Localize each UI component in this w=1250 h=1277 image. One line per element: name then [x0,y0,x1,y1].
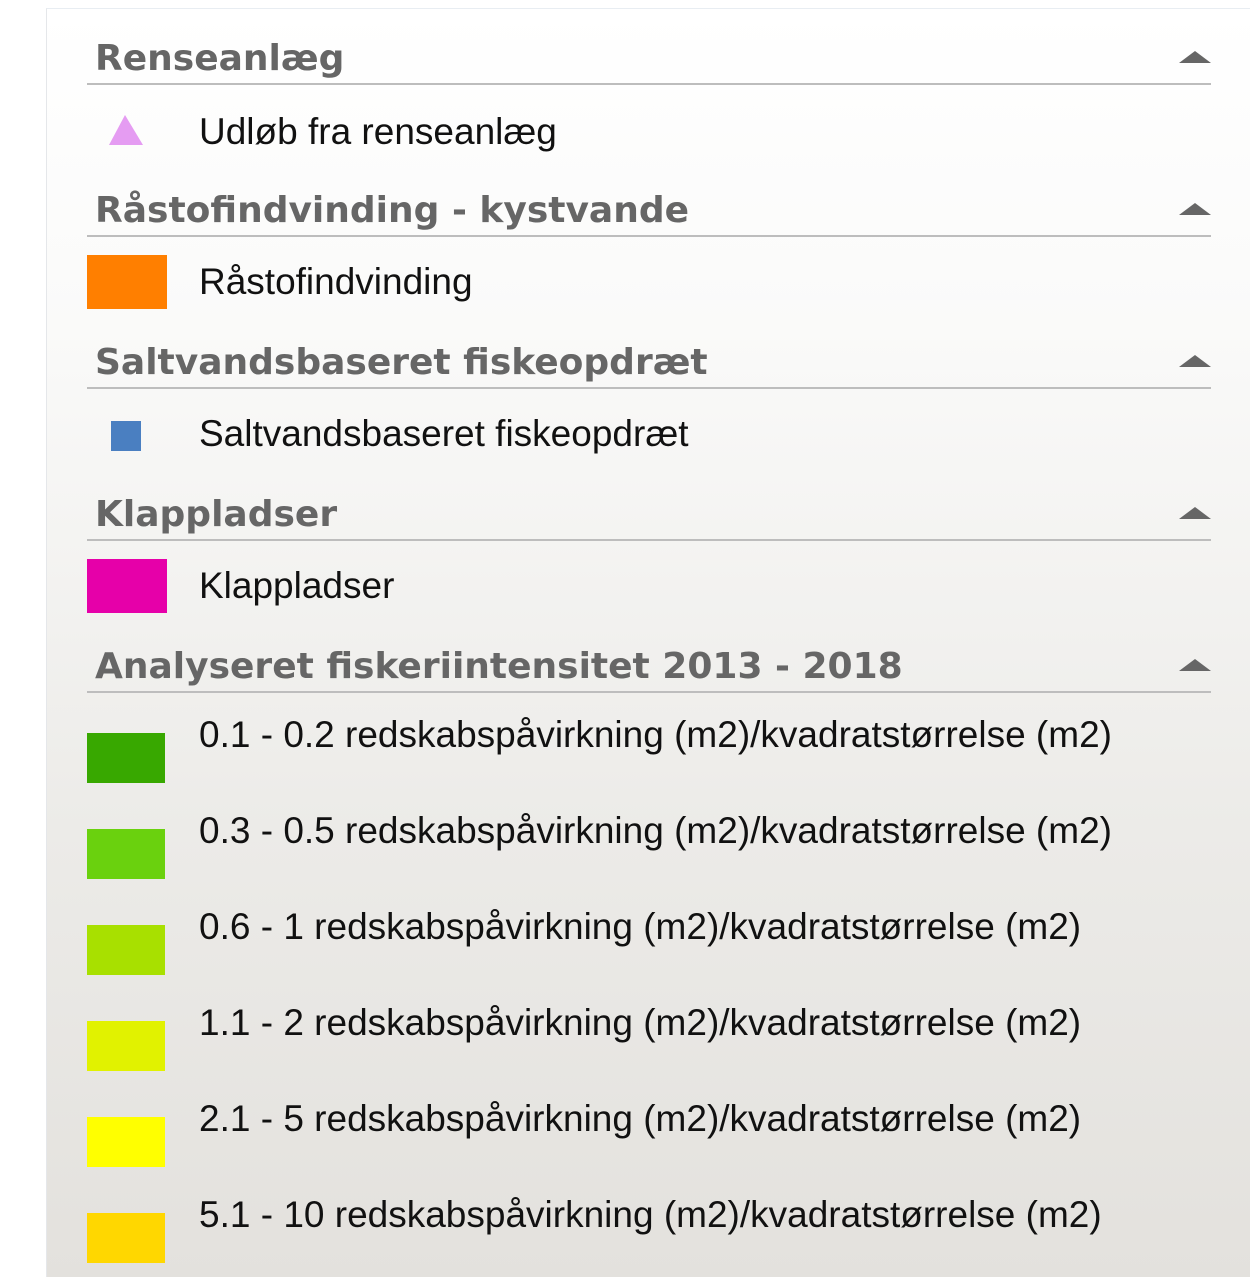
legend-group-title: Klappladser [95,494,338,535]
legend-group-title: Analyseret fiskeriintensitet 2013 - 2018 [95,646,903,687]
legend-group-header-raastof[interactable]: Råstofindvinding - kystvande [87,161,1211,237]
collapse-arrow-icon[interactable] [1179,659,1211,671]
legend-group-header-saltvand[interactable]: Saltvandsbaseret fiskeopdræt [87,313,1211,389]
legend-item-range-1: 0.1 - 0.2 redskabspåvirkning (m2)/kvadra… [87,715,1211,811]
legend-group-title: Saltvandsbaseret fiskeopdræt [95,342,708,383]
triangle-icon-shape [109,115,143,145]
legend-panel: Renseanlæg Udløb fra renseanlæg Råstofin… [46,8,1250,1277]
legend-item-klappladser: Klappladser [87,549,1211,625]
color-swatch [87,255,167,309]
legend-group-header-fiskeriintensitet[interactable]: Analyseret fiskeriintensitet 2013 - 2018 [87,617,1211,693]
legend-item-label: 1.1 - 2 redskabspåvirkning (m2)/kvadrats… [199,1002,1082,1043]
legend-group-header-klappladser[interactable]: Klappladser [87,465,1211,541]
legend-item-label: 0.3 - 0.5 redskabspåvirkning (m2)/kvadra… [199,810,1112,851]
legend-item-label: Klappladser [199,565,395,606]
legend-item-range-4: 1.1 - 2 redskabspåvirkning (m2)/kvadrats… [87,1003,1211,1099]
collapse-arrow-icon[interactable] [1179,355,1211,367]
legend-item-range-6: 5.1 - 10 redskabspåvirkning (m2)/kvadrat… [87,1195,1211,1277]
color-swatch [87,559,167,613]
legend-item-range-5: 2.1 - 5 redskabspåvirkning (m2)/kvadrats… [87,1099,1211,1195]
legend-item-label: 2.1 - 5 redskabspåvirkning (m2)/kvadrats… [199,1098,1082,1139]
color-swatch [87,925,165,975]
color-swatch [87,733,165,783]
collapse-arrow-icon[interactable] [1179,51,1211,63]
collapse-arrow-icon[interactable] [1179,203,1211,215]
legend-group-header-renseanlaeg[interactable]: Renseanlæg [87,9,1211,85]
color-swatch [87,1213,165,1263]
triangle-icon [109,115,143,145]
legend-item-label: 5.1 - 10 redskabspåvirkning (m2)/kvadrat… [199,1194,1102,1235]
collapse-arrow-icon[interactable] [1179,507,1211,519]
legend-group-title: Råstofindvinding - kystvande [95,190,690,231]
legend-group-title: Renseanlæg [95,38,345,79]
legend-item-label: 0.1 - 0.2 redskabspåvirkning (m2)/kvadra… [199,714,1112,755]
legend-item-label: Råstofindvinding [199,261,473,302]
legend-item-label: Udløb fra renseanlæg [199,111,557,152]
legend-item-label: Saltvandsbaseret fiskeopdræt [199,413,689,454]
legend-item-range-2: 0.3 - 0.5 redskabspåvirkning (m2)/kvadra… [87,811,1211,907]
color-swatch [111,421,141,451]
legend-item-raastofindvinding: Råstofindvinding [87,245,1211,321]
legend-item-udloeb: Udløb fra renseanlæg [87,93,1211,169]
legend-item-saltvand: Saltvandsbaseret fiskeopdræt [87,397,1211,473]
legend-item-label: 0.6 - 1 redskabspåvirkning (m2)/kvadrats… [199,906,1082,947]
legend-item-range-3: 0.6 - 1 redskabspåvirkning (m2)/kvadrats… [87,907,1211,1003]
color-swatch [87,1117,165,1167]
color-swatch [87,829,165,879]
color-swatch [87,1021,165,1071]
